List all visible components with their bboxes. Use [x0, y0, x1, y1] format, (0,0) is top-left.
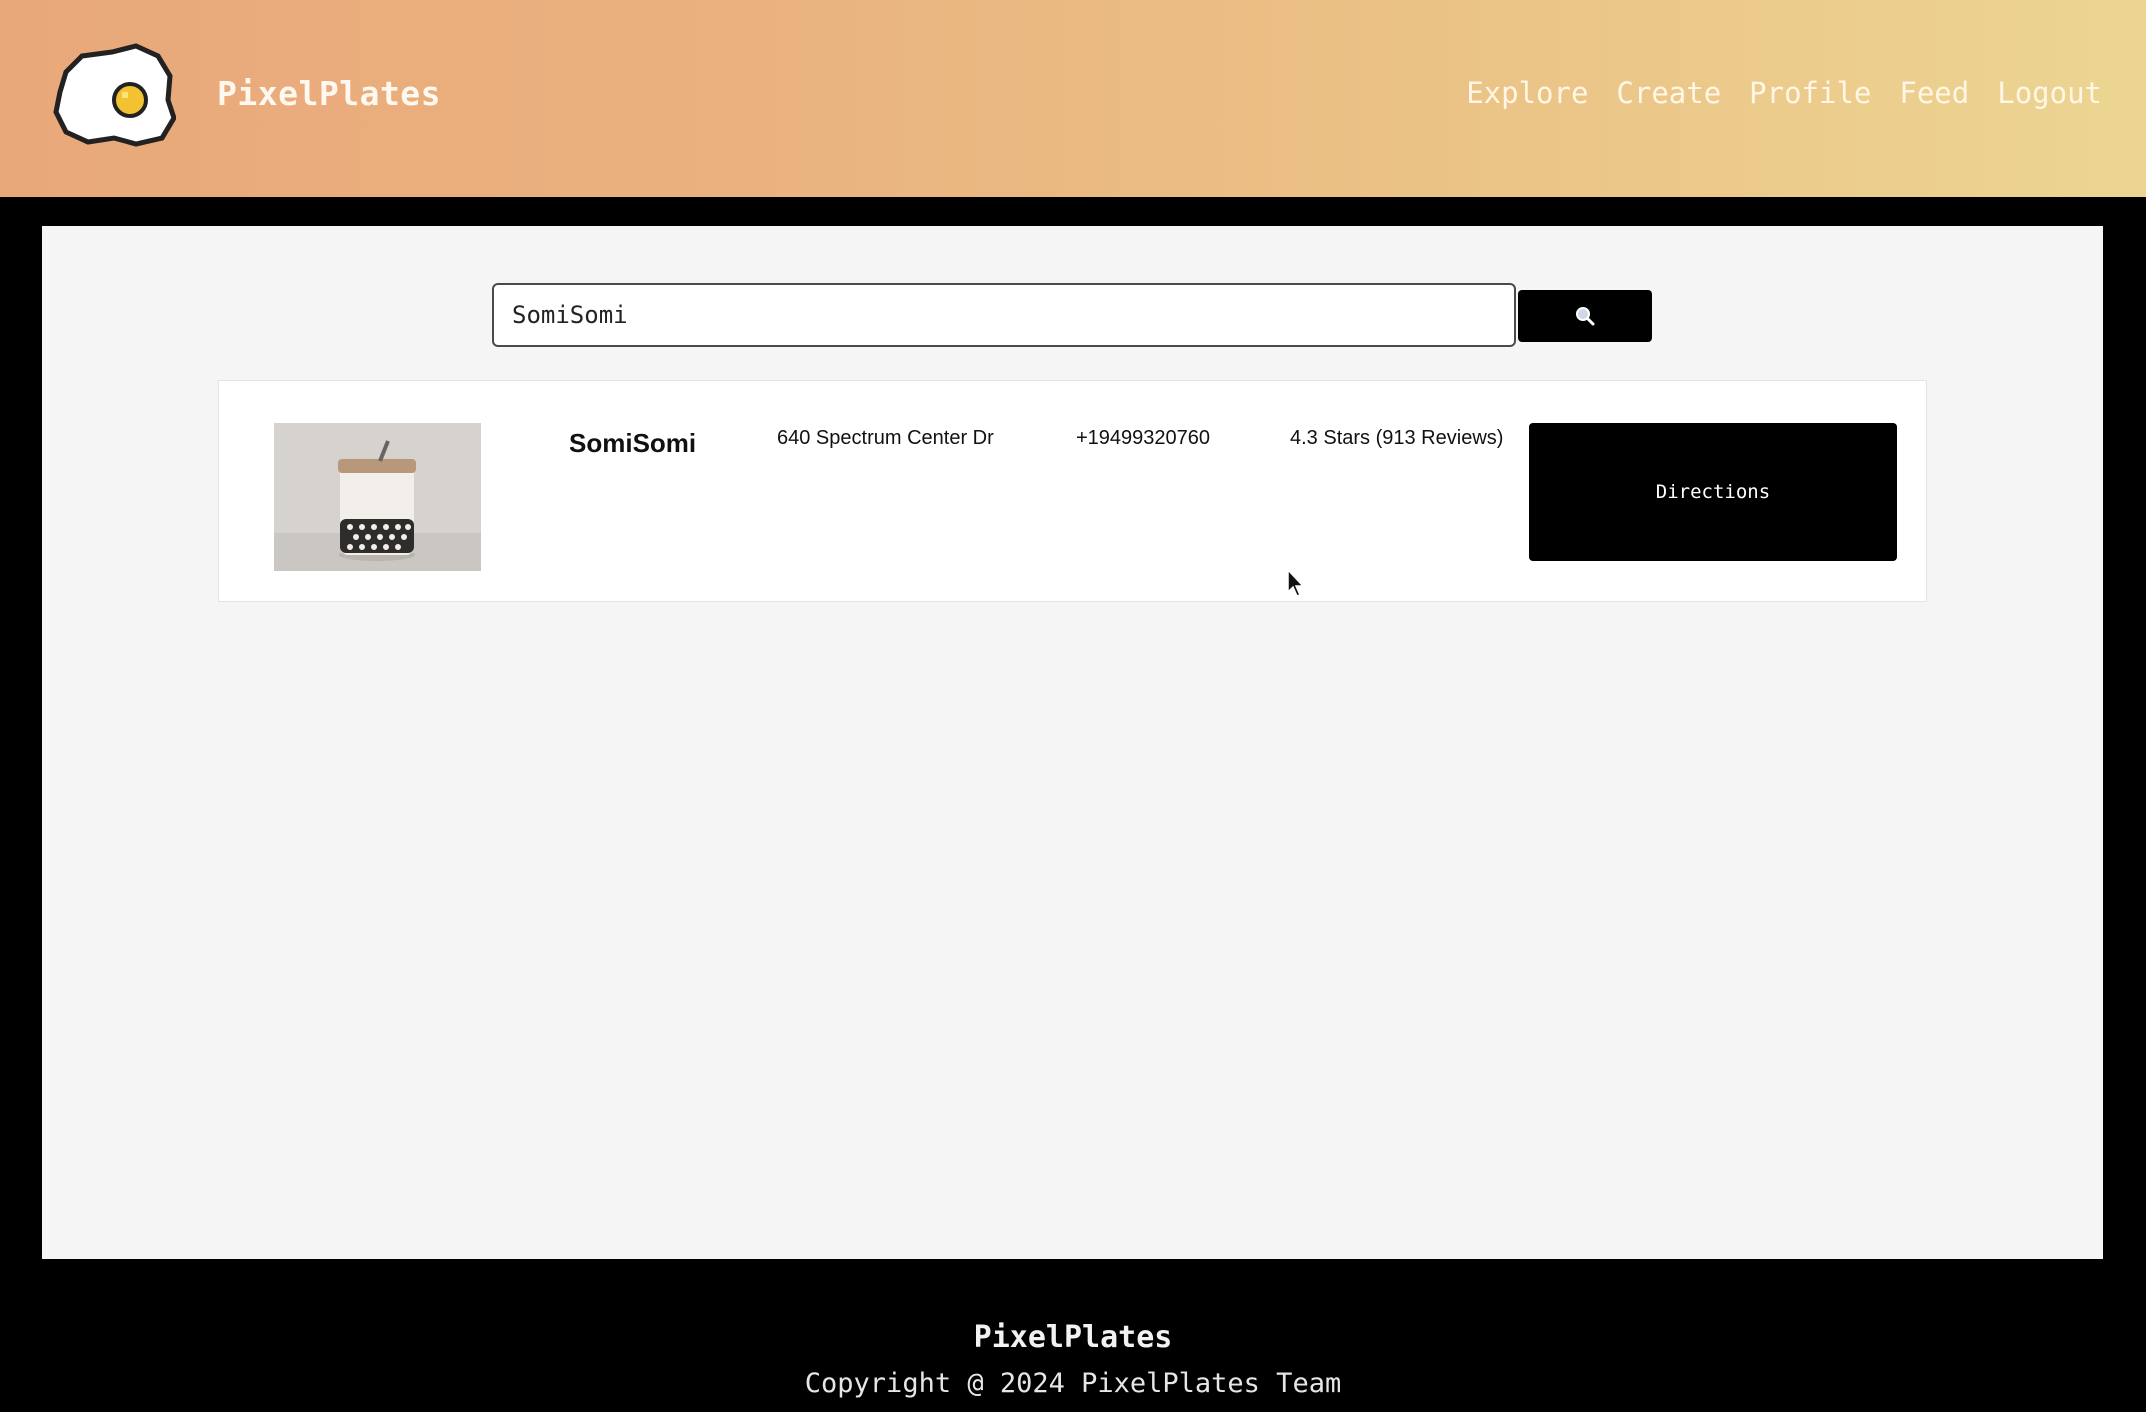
nav-create[interactable]: Create [1616, 76, 1721, 110]
result-card: SomiSomi 640 Spectrum Center Dr +1949932… [218, 380, 1927, 602]
directions-button[interactable]: Directions [1529, 423, 1897, 561]
footer-brand: PixelPlates [973, 1320, 1173, 1355]
nav-feed[interactable]: Feed [1899, 76, 1969, 110]
brand-name[interactable]: PixelPlates [217, 74, 441, 113]
restaurant-rating: 4.3 Stars (913 Reviews) [1290, 427, 1504, 449]
search-button[interactable] [1518, 290, 1652, 342]
restaurant-name[interactable]: SomiSomi [569, 428, 696, 459]
restaurant-address: 640 Spectrum Center Dr [777, 427, 994, 449]
top-header: PixelPlates Explore Create Profile Feed … [0, 0, 2146, 197]
main-nav: Explore Create Profile Feed Logout [1466, 76, 2102, 110]
restaurant-phone: +19499320760 [1076, 427, 1211, 449]
footer-copyright: Copyright @ 2024 PixelPlates Team [804, 1368, 1342, 1399]
nav-logout[interactable]: Logout [1997, 76, 2102, 110]
app-page: PixelPlates Explore Create Profile Feed … [0, 0, 2146, 1412]
search-input[interactable] [492, 283, 1516, 347]
mouse-cursor-icon [1287, 568, 1305, 597]
restaurant-thumbnail [274, 423, 481, 571]
search-icon [1576, 307, 1595, 326]
nav-profile[interactable]: Profile [1749, 76, 1871, 110]
nav-explore[interactable]: Explore [1466, 76, 1588, 110]
fried-egg-icon[interactable] [52, 42, 176, 148]
